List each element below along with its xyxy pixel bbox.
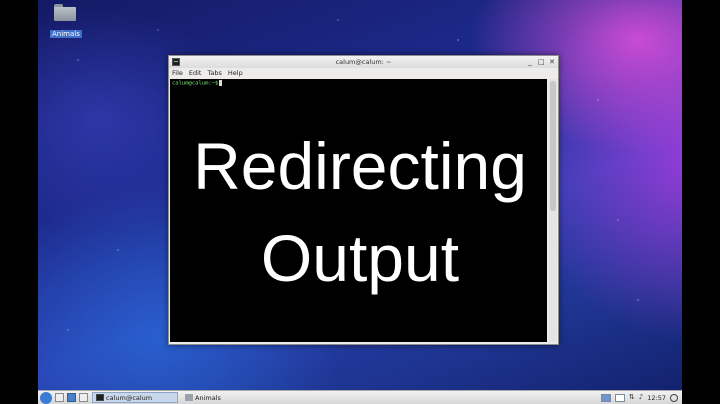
taskbar-item-label: Animals	[195, 393, 221, 402]
letterbox-right	[682, 0, 720, 404]
prompt-text: calum@calum:~$	[172, 80, 219, 87]
shell-prompt: calum@calum:~$	[172, 80, 223, 87]
browser-icon[interactable]	[79, 393, 88, 402]
show-desktop-icon[interactable]	[55, 393, 64, 402]
menu-bar: File Edit Tabs Help	[169, 68, 558, 78]
video-title-overlay: Redirecting Output	[130, 120, 590, 304]
menu-help[interactable]: Help	[228, 68, 243, 78]
folder-icon	[185, 394, 193, 401]
network-icon[interactable]: ⇅	[629, 392, 635, 403]
maximize-button[interactable]: □	[538, 56, 545, 68]
desktop-icon-animals[interactable]: Animals	[50, 4, 82, 40]
taskbar-item-label: calum@calum	[106, 393, 153, 402]
title-bar[interactable]: calum@calum: ~ _ □ ✕	[169, 56, 558, 68]
taskbar-item-animals[interactable]: Animals	[182, 392, 224, 403]
taskbar: calum@calum Animals ⇅ ♪ 12:57	[38, 390, 682, 404]
workspace-1[interactable]	[600, 393, 611, 402]
text-cursor	[219, 80, 223, 86]
menu-edit[interactable]: Edit	[189, 68, 202, 78]
power-icon[interactable]	[670, 393, 678, 402]
menu-file[interactable]: File	[172, 68, 183, 78]
volume-icon[interactable]: ♪	[639, 392, 643, 403]
overlay-line-2: Output	[260, 221, 460, 295]
menu-tabs[interactable]: Tabs	[207, 68, 221, 78]
letterbox-left	[0, 0, 38, 404]
overlay-line-1: Redirecting	[193, 129, 527, 203]
system-tray: ⇅ ♪ 12:57	[600, 392, 678, 403]
window-title: calum@calum: ~	[335, 58, 392, 66]
terminal-icon	[96, 394, 104, 401]
workspace-2[interactable]	[614, 393, 625, 402]
start-menu-icon[interactable]	[40, 391, 52, 404]
close-button[interactable]: ✕	[549, 56, 555, 68]
clock[interactable]: 12:57	[647, 394, 666, 402]
folder-icon	[54, 4, 76, 21]
desktop-icon-label: Animals	[50, 30, 82, 38]
file-manager-icon[interactable]	[67, 393, 76, 402]
minimize-button[interactable]: _	[527, 56, 533, 68]
taskbar-item-terminal[interactable]: calum@calum	[92, 392, 178, 403]
